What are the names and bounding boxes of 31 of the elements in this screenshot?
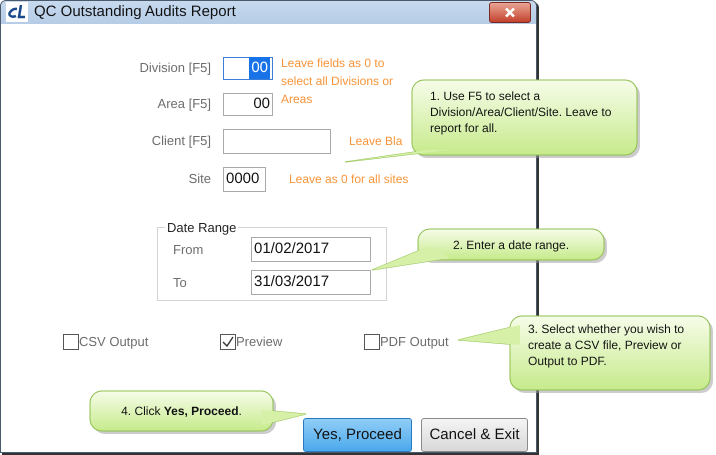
input-field[interactable]: 00 — [223, 56, 273, 80]
field-label: From — [173, 240, 204, 259]
callout-text: 2. Enter a date range. — [452, 237, 570, 253]
input-field[interactable]: 31/03/2017 — [251, 270, 371, 295]
window-title: QC Outstanding Audits Report — [34, 2, 237, 22]
callout-text: 3. Select whether you wish to create a CSV file, Preview or Output to PDF. — [528, 321, 686, 369]
checkbox[interactable] — [63, 334, 79, 350]
checkbox[interactable] — [220, 334, 236, 350]
close-icon — [504, 6, 516, 18]
cancel-button[interactable]: Cancel & Exit — [421, 418, 528, 452]
field-label: Site — [188, 170, 212, 188]
field-label: To — [173, 274, 188, 292]
hint-text: Leave Bla — [348, 133, 404, 150]
checkbox[interactable] — [364, 334, 380, 350]
field-label: Client [F5] — [150, 132, 212, 150]
field-label: Division [F5] — [138, 59, 212, 78]
group-title: Date Range — [166, 218, 238, 237]
callout-text: 1. Use F5 to select a Division/Area/Client/Site. Leave to report for all. — [430, 88, 612, 136]
field-label: Area [F5] — [156, 95, 212, 114]
hint-text: Leave as 0 for all sites — [288, 171, 410, 188]
input-field[interactable]: 00 — [223, 92, 273, 116]
input-field[interactable]: 0000 — [223, 166, 266, 192]
close-button[interactable] — [489, 2, 531, 23]
input-field[interactable]: 01/02/2017 — [251, 237, 371, 262]
callout-text: 4. Click Yes, Proceed. — [120, 403, 243, 419]
checkbox-label: Preview — [236, 333, 282, 352]
checkbox-label: PDF Output — [380, 333, 449, 352]
proceed-button[interactable]: Yes, Proceed — [303, 418, 412, 452]
input-field[interactable] — [223, 128, 331, 154]
checkbox-label: CSV Output — [79, 333, 148, 352]
hint-text: Leave fields as 0 to select all Divisions or Areas — [281, 54, 394, 108]
